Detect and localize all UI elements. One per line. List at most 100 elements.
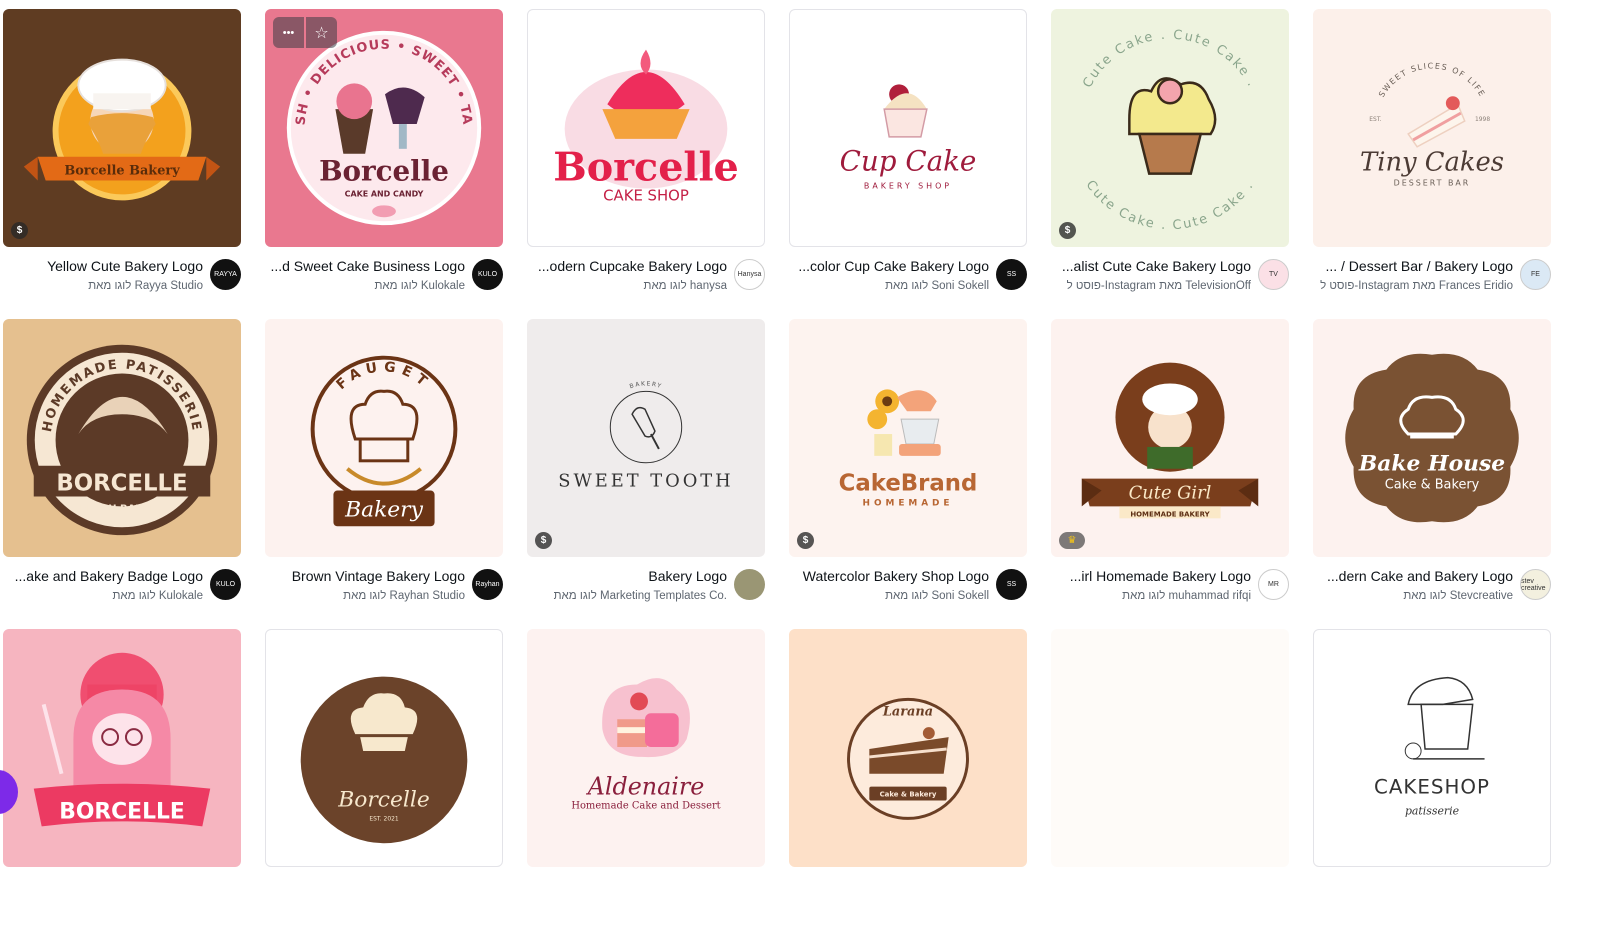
star-icon[interactable]: ☆ (306, 17, 337, 48)
more-icon[interactable]: ••• (273, 17, 304, 48)
template-thumbnail[interactable]: Cute Girl HOMEMADE BAKERY ♛ (1051, 319, 1289, 557)
template-title-text: ...d Sweet Cake Business Logo (270, 258, 465, 274)
template-thumbnail[interactable]: HOMEMADE PATISSERIE BORCELLE FRESH BAKERY E… (3, 319, 241, 557)
template-title[interactable]: Yellow Cute Bakery Logo (3, 258, 203, 274)
template-thumbnail[interactable] (1051, 629, 1289, 867)
creator-label[interactable]: לוגו מאת Soni Sokell (789, 590, 989, 602)
logo-artwork: Cute Girl HOMEMADE BAKERY (1081, 362, 1259, 518)
logo-artwork: BORCELLE (33, 652, 211, 827)
creator-avatar[interactable]: SS (996, 569, 1027, 600)
template-card[interactable]: Cup Cake BAKERY SHOP ...color Cup Cake Bak… (789, 9, 1027, 319)
template-title[interactable]: ...irl Homemade Bakery Logo (1051, 568, 1251, 584)
template-title[interactable]: Watercolor Bakery Shop Logo (789, 568, 989, 584)
template-card[interactable]: BAKERY SWEET TOOTH $ Bakery Logo לוגו מאת Ma… (527, 319, 765, 629)
template-card[interactable]: Aldenaire Homemade Cake and Dessert (527, 629, 765, 939)
creator-avatar[interactable]: stev creative (1520, 569, 1551, 600)
template-title-text: ...odern Cupcake Bakery Logo (537, 258, 727, 274)
template-title[interactable]: Bakery Logo (527, 568, 727, 584)
template-card[interactable]: Cute Girl HOMEMADE BAKERY ♛ ...irl Homemade… (1051, 319, 1289, 629)
template-title[interactable]: ...color Cup Cake Bakery Logo (789, 258, 989, 274)
template-thumbnail[interactable]: Cup Cake BAKERY SHOP (789, 9, 1027, 247)
template-thumbnail[interactable]: Borcelle CAKE SHOP (527, 9, 765, 247)
creator-label[interactable]: פוסט ל-Instagram מאת Frances Eridio (1313, 280, 1513, 292)
creator-avatar[interactable] (734, 569, 765, 600)
template-thumbnail[interactable]: Cute Cake . Cute Cake . Cute Cake . Cute … (1051, 9, 1289, 247)
card-meta: Yellow Cute Bakery Logo לוגו מאת Rayya St… (3, 257, 241, 297)
paid-dollar-icon: $ (797, 532, 814, 549)
template-card[interactable]: Cute Cake . Cute Cake . Cute Cake . Cute … (1051, 9, 1289, 319)
creator-label[interactable]: לוגו מאת Kulokale (265, 280, 465, 292)
template-thumbnail[interactable]: CAKESHOP patisserie (1313, 629, 1551, 867)
creator-label[interactable]: לוגו מאת Soni Sokell (789, 280, 989, 292)
template-card[interactable] (1051, 629, 1289, 939)
template-card[interactable]: FAUGET Bakery Brown Vintage Bakery Logo לוג… (265, 319, 503, 629)
logo-artwork: Larana Cake & Bakery (847, 697, 969, 820)
template-thumbnail[interactable]: BAKERY SWEET TOOTH $ (527, 319, 765, 557)
creator-label[interactable]: לוגו מאת muhammad rifqi (1051, 590, 1251, 602)
creator-label[interactable]: פוסט ל-Instagram מאת TelevisionOff (1051, 280, 1251, 292)
creator-avatar[interactable]: TV (1258, 259, 1289, 290)
creator-label[interactable]: לוגו מאת hanysa (527, 280, 727, 292)
logo-artwork: Cute Cake . Cute Cake . Cute Cake . Cute … (1080, 28, 1258, 234)
template-thumbnail[interactable]: SWEET SLICES OF LIFE EST. 1998 Tiny Cakes DE… (1313, 9, 1551, 247)
template-title[interactable]: ...alist Cute Cake Bakery Logo (1051, 258, 1251, 274)
logo-artwork: CAKESHOP patisserie (1374, 676, 1489, 817)
logo-artwork: BorcelleCAKE SHOP (553, 49, 739, 204)
template-thumbnail[interactable]: FRESH • DELICIOUS • SWEET • TASTYBorcell… (265, 9, 503, 247)
template-card[interactable]: Borcelle CAKE SHOP ...odern Cupcake Bakery… (527, 9, 765, 319)
logo-text: ESTD.2021 (106, 518, 139, 525)
creator-label[interactable]: לוגו מאת Rayhan Studio (265, 590, 465, 602)
template-thumbnail[interactable]: BORCELLE (3, 629, 241, 867)
template-card[interactable]: SWEET SLICES OF LIFE EST. 1998 Tiny Cakes DE… (1313, 9, 1551, 319)
creator-label[interactable]: לוגו מאת Rayya Studio (3, 280, 203, 292)
template-title-text: Watercolor Bakery Shop Logo (802, 568, 989, 584)
template-card[interactable]: CAKESHOP patisserie (1313, 629, 1551, 939)
template-title[interactable]: Brown Vintage Bakery Logo (265, 568, 465, 584)
logo-artwork: AldenaireHomemade Cake and Dessert (571, 678, 721, 811)
logo-text: Cake & Bakery (1385, 478, 1480, 493)
creator-avatar[interactable]: Rayhan (472, 569, 503, 600)
template-title[interactable]: ...d Sweet Cake Business Logo (265, 258, 465, 274)
creator-avatar[interactable]: MR (1258, 569, 1289, 600)
logo-artwork: FAUGET Bakery (310, 355, 458, 527)
template-title[interactable]: ...ake and Bakery Badge Logo (3, 568, 203, 584)
pro-crown-icon: ♛ (1059, 532, 1085, 549)
template-thumbnail[interactable]: FAUGET Bakery (265, 319, 503, 557)
template-card[interactable]: FRESH • DELICIOUS • SWEET • TASTYBorcell… (265, 9, 503, 319)
logo-artwork: HOMEMADE PATISSERIEBORCELLEFRESH BAKERYE… (26, 344, 218, 536)
template-card[interactable]: CakeBrand HOMEMADE $ Watercolor Bakery Shop… (789, 319, 1027, 629)
template-title[interactable]: ... / Dessert Bar / Bakery Logo (1313, 258, 1513, 274)
creator-avatar[interactable]: SS (996, 259, 1027, 290)
logo-text: Borcelle (337, 788, 430, 813)
logo-text: EST. (1369, 116, 1381, 123)
template-card[interactable]: HOMEMADE PATISSERIE BORCELLE FRESH BAKERY E… (3, 319, 241, 629)
template-thumbnail[interactable]: Aldenaire Homemade Cake and Dessert (527, 629, 765, 867)
card-meta: ...d Sweet Cake Business Logo לוגו מאת Ku… (265, 257, 503, 297)
template-card[interactable]: Bake House Cake & Bakery ...dern Cake and … (1313, 319, 1551, 629)
template-card[interactable]: Larana Cake & Bakery (789, 629, 1027, 939)
logo-text: Tiny Cakes (1360, 148, 1504, 178)
creator-avatar[interactable]: FE (1520, 259, 1551, 290)
paid-dollar-icon: $ (535, 532, 552, 549)
template-title[interactable]: ...dern Cake and Bakery Logo (1313, 568, 1513, 584)
template-thumbnail[interactable]: Bake House Cake & Bakery (1313, 319, 1551, 557)
logo-artwork: Cup Cake BAKERY SHOP (840, 84, 976, 190)
logo-text: HOMEMADE (863, 498, 954, 508)
template-thumbnail[interactable]: CakeBrand HOMEMADE $ (789, 319, 1027, 557)
template-thumbnail[interactable]: Borcelle EST. 2021 (265, 629, 503, 867)
logo-text: HOMEMADE BAKERY (1130, 510, 1210, 518)
creator-avatar[interactable]: Hanysa (734, 259, 765, 290)
template-thumbnail[interactable]: Larana Cake & Bakery (789, 629, 1027, 867)
template-card[interactable]: BORCELLE (3, 629, 241, 939)
logo-text: Bakery (344, 497, 424, 522)
template-title[interactable]: ...odern Cupcake Bakery Logo (527, 258, 727, 274)
template-card[interactable]: Borcelle Bakery $ Yellow Cute Bakery Logo ל… (3, 9, 241, 319)
creator-avatar[interactable]: KULO (210, 569, 241, 600)
template-thumbnail[interactable]: Borcelle Bakery $ (3, 9, 241, 247)
creator-avatar[interactable]: RAYYA (210, 259, 241, 290)
creator-label[interactable]: לוגו מאת Stevcreative (1313, 590, 1513, 602)
creator-avatar[interactable]: KULO (472, 259, 503, 290)
creator-label[interactable]: לוגו מאת Marketing Templates Co. (527, 590, 727, 602)
creator-label[interactable]: לוגו מאת Kulokale (3, 590, 203, 602)
template-card[interactable]: Borcelle EST. 2021 (265, 629, 503, 939)
